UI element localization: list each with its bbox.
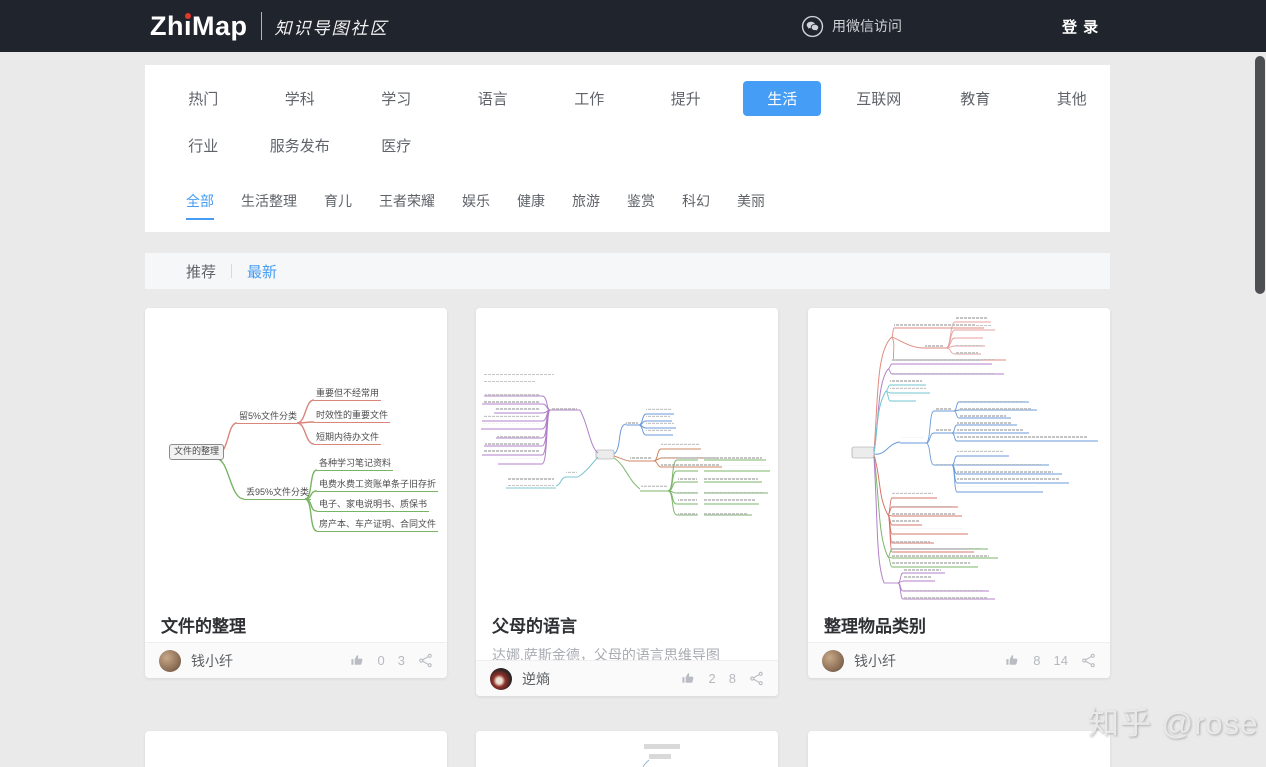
card-stats: 2 8 [681, 671, 764, 686]
subcategory-tab[interactable]: 王者荣耀 [379, 191, 435, 217]
logo[interactable]: Zh i Map 知识导图社区 [150, 0, 389, 52]
mindmap-card[interactable]: 整理物品类别 钱小纤 8 14 [808, 308, 1110, 678]
view-count: 3 [397, 653, 405, 668]
app-header: Zh i Map 知识导图社区 用微信访问 登 录 [0, 0, 1266, 52]
subcategory-tab[interactable]: 生活整理 [241, 191, 297, 217]
sort-option-latest[interactable]: 最新 [247, 261, 277, 282]
category-tab[interactable]: 行业 [155, 128, 252, 162]
sort-bar: 推荐 最新 [145, 253, 1110, 289]
view-count: 8 [728, 671, 736, 686]
mindmap-lines [851, 317, 1098, 600]
category-tab[interactable]: 学习 [348, 81, 445, 115]
mindmap-branch-node: 丢95%文件分类 [244, 487, 312, 500]
category-tab[interactable]: 学科 [252, 81, 349, 115]
mindmap-leaf-node: 重要但不经常用 [314, 388, 382, 401]
page: Zh i Map 知识导图社区 用微信访问 登 录 热门 学科 学习 语言 工作 提… [0, 0, 1266, 767]
category-row-1: 热门 学科 学习 语言 工作 提升 生活 互联网 教育 其他 [155, 80, 1121, 116]
mindmap-leaf-node: 时效性的重要文件 [314, 410, 391, 423]
mindmap-leaf-node: 电子、家电说明书、质保书 [317, 499, 430, 512]
mindmap-leaf-node: 各种学习笔记资料 [317, 458, 394, 471]
card-footer: 钱小纤 8 14 [808, 642, 1110, 678]
card-stats: 8 14 [1005, 653, 1096, 668]
subcategory-tab[interactable]: 美丽 [737, 191, 765, 217]
logo-text: Zh i Map [150, 11, 248, 42]
thumbs-up-icon[interactable] [350, 653, 365, 668]
like-count: 8 [1033, 653, 1041, 668]
mindmap-card[interactable] [145, 731, 447, 767]
mindmap-card[interactable]: 文件的整理 留5%文件分类 重要但不经常用 时效性的重要文件 短期内待办文件 丢… [145, 308, 447, 678]
card-title: 整理物品类别 [824, 617, 926, 636]
mindmap-leaf-node: 房产本、车产证明、合同文件 [317, 519, 439, 532]
category-tab[interactable]: 医疗 [348, 128, 445, 162]
mindmap-thumbnail[interactable]: 文件的整理 留5%文件分类 重要但不经常用 时效性的重要文件 短期内待办文件 丢… [145, 308, 447, 602]
author-name[interactable]: 钱小纤 [191, 651, 350, 671]
category-tab[interactable]: 提升 [638, 81, 735, 115]
logo-suffix: Map [192, 10, 248, 41]
site-tagline: 知识导图社区 [274, 18, 389, 39]
watermark: 知乎 @rose zz [1088, 706, 1266, 741]
mindmap-thumbnail[interactable] [476, 308, 778, 602]
scrollbar-thumb[interactable] [1255, 56, 1265, 294]
subcategory-row: 全部 生活整理 育儿 王者荣耀 娱乐 健康 旅游 鉴赏 科幻 美丽 [186, 189, 765, 220]
mindmap-leaf-node: 电费水费工资账单条子旧存折 [317, 479, 439, 492]
category-tab-active[interactable]: 生活 [734, 80, 831, 116]
mindmap-thumbnail[interactable] [476, 731, 778, 767]
mindmap-card[interactable] [476, 731, 778, 767]
subcategory-tab[interactable]: 健康 [517, 191, 545, 217]
category-tab[interactable]: 服务发布 [252, 128, 349, 162]
like-count: 2 [708, 671, 716, 686]
logo-prefix: Zh [150, 10, 184, 41]
mindmap-leaf-node: 短期内待办文件 [314, 432, 382, 445]
mindmap-lines [481, 374, 770, 516]
login-button[interactable]: 登 录 [1062, 0, 1099, 52]
mindmap-thumbnail[interactable] [808, 308, 1110, 602]
logo-divider [260, 12, 262, 40]
wechat-icon [801, 15, 824, 37]
category-tab[interactable]: 热门 [155, 81, 252, 115]
card-footer: 逆熵 2 8 [476, 660, 778, 696]
share-icon[interactable] [1081, 653, 1096, 668]
active-category-pill: 生活 [743, 80, 822, 116]
view-count: 14 [1053, 653, 1068, 668]
avatar[interactable] [822, 649, 844, 672]
category-tab[interactable]: 互联网 [831, 81, 928, 115]
mindmap-card[interactable]: 父母的语言 达娜.萨斯金德，父母的语言思维导图 逆熵 2 8 [476, 308, 778, 696]
subcategory-tab[interactable]: 娱乐 [462, 191, 490, 217]
mindmap-root-node: 文件的整理 [169, 444, 225, 460]
author-name[interactable]: 逆熵 [522, 669, 681, 689]
thumbs-up-icon[interactable] [1005, 653, 1020, 668]
card-stats: 0 3 [350, 653, 433, 668]
category-panel: 热门 学科 学习 语言 工作 提升 生活 互联网 教育 其他 行业 服务发布 医… [145, 65, 1110, 232]
subcategory-tab[interactable]: 科幻 [682, 191, 710, 217]
card-footer: 钱小纤 0 3 [145, 642, 447, 678]
avatar[interactable] [490, 667, 512, 690]
category-tab[interactable]: 工作 [541, 81, 638, 115]
mindmap-card[interactable] [808, 731, 1110, 767]
sort-option-recommend[interactable]: 推荐 [186, 261, 216, 282]
mindmap-lines [642, 759, 650, 767]
wechat-access-button[interactable]: 用微信访问 [801, 0, 902, 52]
category-row-2: 行业 服务发布 医疗 [155, 128, 445, 162]
thumbs-up-icon[interactable] [681, 671, 696, 686]
subcategory-tab[interactable]: 鉴赏 [627, 191, 655, 217]
subcategory-tab[interactable]: 旅游 [572, 191, 600, 217]
wechat-access-label: 用微信访问 [832, 18, 902, 34]
subcategory-tab[interactable]: 育儿 [324, 191, 352, 217]
card-title: 文件的整理 [161, 617, 246, 636]
category-tab[interactable]: 语言 [445, 81, 542, 115]
avatar[interactable] [159, 649, 181, 672]
sort-divider [231, 264, 233, 278]
category-tab[interactable]: 教育 [927, 81, 1024, 115]
category-tab[interactable]: 其他 [1024, 81, 1121, 115]
mindmap-branch-node: 留5%文件分类 [237, 411, 300, 424]
logo-i: i [184, 10, 193, 41]
author-name[interactable]: 钱小纤 [854, 651, 1005, 671]
subcategory-tab-active[interactable]: 全部 [186, 191, 214, 220]
like-count: 0 [377, 653, 385, 668]
share-icon[interactable] [749, 671, 764, 686]
share-icon[interactable] [418, 653, 433, 668]
card-title: 父母的语言 [492, 617, 577, 636]
